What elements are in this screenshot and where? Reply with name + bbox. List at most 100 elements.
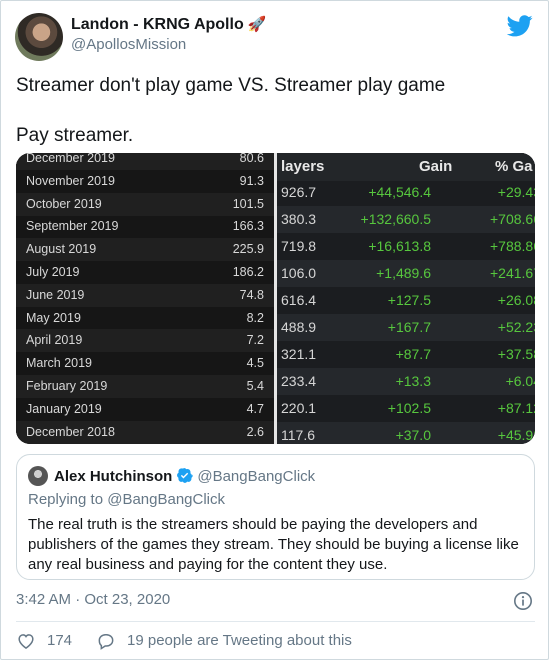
gain-value: +87.7 [395, 346, 431, 362]
month-value: 225.9 [232, 242, 264, 257]
quoted-author-handle: @BangBangClick [197, 468, 316, 485]
month-label: May 2019 [26, 310, 81, 325]
month-value: 8.2 [246, 310, 264, 325]
replying-to: Replying to @BangBangClick [28, 491, 225, 508]
author-avatar[interactable] [15, 13, 63, 61]
like-count[interactable]: 174 [47, 632, 72, 649]
month-value: 101.5 [232, 196, 264, 211]
info-icon[interactable] [513, 591, 533, 611]
gain-table: layers Gain % Ga 926.7 +44,546.4 +29.43 380… [277, 153, 535, 444]
month-label: December 2019 [26, 153, 115, 165]
pct-gain-value: +29.43 [497, 184, 535, 200]
month-value: 186.2 [232, 265, 264, 279]
players-value: 719.8 [281, 238, 317, 254]
header-gain: Gain [419, 158, 453, 175]
heart-icon[interactable] [16, 631, 36, 651]
tweet-text: Streamer don't play game VS. Streamer pl… [16, 73, 536, 148]
month-value: 5.4 [246, 379, 264, 393]
monthly-row: October 2019 101.5 [16, 192, 274, 216]
players-value: 380.3 [281, 211, 317, 227]
author-name-row[interactable]: Landon - KRNG Apollo 🚀 [71, 15, 266, 34]
monthly-row: March 2019 4.5 [16, 352, 274, 375]
gain-row: 926.7 +44,546.4 +29.43 [277, 179, 535, 206]
gain-row: 719.8 +16,613.8 +788.86 [277, 233, 535, 260]
gain-value: +132,660.5 [360, 211, 431, 227]
players-value: 233.4 [281, 373, 317, 389]
month-label: September 2019 [26, 219, 119, 234]
monthly-row: August 2019 225.9 [16, 238, 274, 262]
players-value: 321.1 [281, 346, 317, 362]
gain-value: +44,546.4 [368, 184, 431, 200]
gain-row: 380.3 +132,660.5 +708.66 [277, 206, 535, 233]
replying-to-prefix: Replying to [28, 491, 104, 508]
tweet-media-image[interactable]: December 2019 80.6 November 2019 91.3 Octobe… [16, 153, 535, 444]
month-value: 7.2 [246, 333, 264, 348]
replying-to-handle[interactable]: @BangBangClick [107, 491, 225, 508]
players-value: 616.4 [281, 292, 317, 308]
gain-value: +1,489.6 [376, 265, 431, 281]
month-value: 166.3 [232, 219, 264, 234]
gain-value: +16,613.8 [368, 238, 431, 254]
quoted-author-row: Alex Hutchinson @BangBangClick [54, 467, 315, 485]
pct-gain-value: +37.58 [497, 346, 535, 362]
gain-value: +102.5 [387, 400, 431, 416]
quoted-tweet-body: The real truth is the streamers should b… [28, 516, 519, 573]
month-value: 74.8 [239, 287, 264, 302]
author-name[interactable]: Landon - KRNG Apollo [71, 16, 244, 33]
monthly-row: June 2019 74.8 [16, 283, 274, 307]
gain-row: 488.9 +167.7 +52.23 [277, 314, 535, 341]
month-label: April 2019 [26, 333, 83, 348]
gain-row: 616.4 +127.5 +26.08 [277, 287, 535, 314]
month-value: 80.6 [239, 153, 264, 165]
pct-gain-value: +6.04 [505, 373, 535, 389]
pct-gain-value: +52.23 [497, 319, 535, 335]
twitter-bird-icon[interactable] [507, 15, 533, 37]
monthly-row: November 2019 91.3 [16, 170, 274, 193]
pct-gain-value: +45.92 [497, 427, 535, 443]
gain-table-header: layers Gain % Ga [277, 153, 535, 181]
author-handle[interactable]: @ApollosMission [71, 36, 186, 53]
month-label: August 2019 [26, 242, 97, 257]
header-players: layers [281, 158, 325, 175]
quoted-tweet[interactable]: Alex Hutchinson @BangBangClick Replying t… [16, 454, 535, 580]
monthly-players-table: December 2019 80.6 November 2019 91.3 Octobe… [16, 153, 274, 444]
gain-value: +167.7 [387, 319, 431, 335]
gain-row: 321.1 +87.7 +37.58 [277, 341, 535, 368]
month-label: January 2019 [26, 401, 102, 416]
month-value: 91.3 [239, 173, 264, 188]
gain-row: 106.0 +1,489.6 +241.67 [277, 260, 535, 287]
pct-gain-value: +26.08 [497, 292, 535, 308]
quoted-author-avatar [28, 466, 48, 486]
monthly-row: December 2018 2.6 [16, 420, 274, 444]
month-value: 4.7 [246, 401, 264, 416]
tweet-timestamp[interactable]: 3:42 AM · Oct 23, 2020 [16, 591, 170, 608]
gain-row: 117.6 +37.0 +45.92 [277, 422, 535, 444]
players-value: 488.9 [281, 319, 317, 335]
quoted-author-name: Alex Hutchinson [54, 468, 173, 485]
gain-row: 233.4 +13.3 +6.04 [277, 368, 535, 395]
monthly-row: January 2019 4.7 [16, 398, 274, 421]
reply-bubble-icon[interactable] [96, 631, 116, 651]
month-label: March 2019 [26, 356, 93, 371]
month-value: 4.5 [246, 356, 264, 371]
rocket-icon: 🚀 [247, 16, 267, 33]
tweeting-about-link[interactable]: 19 people are Tweeting about this [127, 632, 352, 649]
players-value: 117.6 [281, 427, 315, 443]
month-label: October 2019 [26, 196, 102, 211]
monthly-row: May 2019 8.2 [16, 307, 274, 330]
header-pct-gain: % Ga [495, 158, 533, 175]
gain-value: +127.5 [387, 292, 431, 308]
monthly-row: February 2019 5.4 [16, 375, 274, 398]
tweet-header: Landon - KRNG Apollo 🚀 @ApollosMission [15, 13, 535, 61]
pct-gain-value: +788.86 [490, 238, 535, 254]
monthly-row: April 2019 7.2 [16, 329, 274, 353]
tweet-text-line-1: Streamer don't play game VS. Streamer pl… [16, 75, 446, 96]
verified-badge-icon [177, 468, 194, 483]
players-value: 220.1 [281, 400, 317, 416]
pct-gain-value: +87.12 [497, 400, 535, 416]
pct-gain-value: +241.67 [490, 265, 535, 281]
monthly-row: December 2019 80.6 [16, 153, 274, 170]
month-label: February 2019 [26, 379, 108, 393]
month-label: December 2018 [26, 424, 115, 439]
monthly-row: September 2019 166.3 [16, 215, 274, 238]
